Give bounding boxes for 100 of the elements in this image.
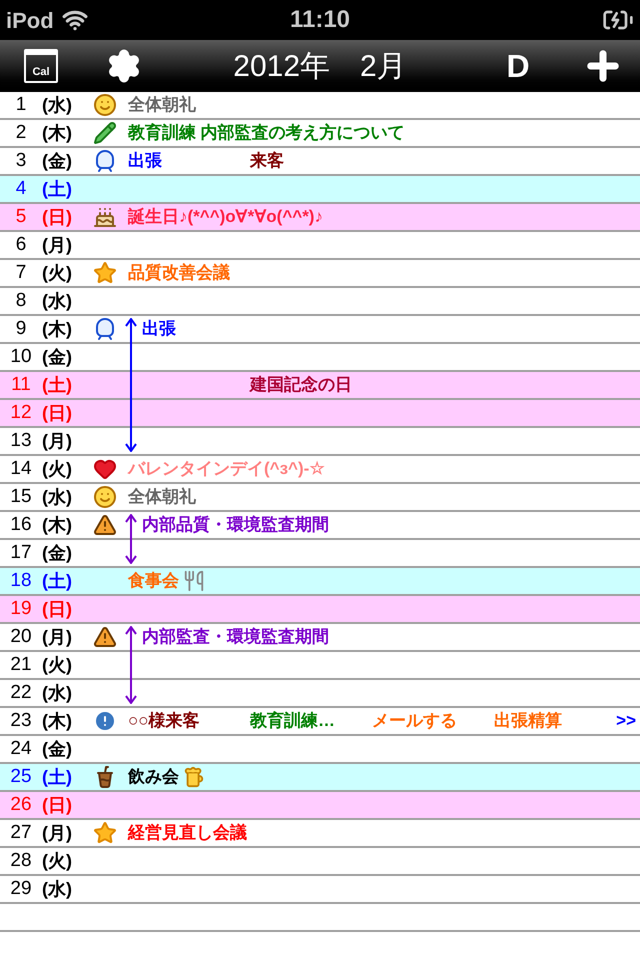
weekday-label: (月) [42, 626, 73, 649]
smiley-icon [93, 485, 117, 509]
day-number: 13 [9, 428, 33, 453]
event-title[interactable]: 全体朝礼 [128, 92, 196, 118]
heart-icon [93, 457, 117, 481]
day-number: 10 [9, 344, 33, 369]
day-number: 4 [14, 176, 28, 201]
day-number: 15 [9, 484, 33, 509]
event-title[interactable]: 内部監査・環境監査期間 [142, 624, 329, 650]
day-number: 18 [9, 568, 33, 593]
day-row[interactable]: 1 (水) 全体朝礼 [0, 92, 640, 120]
weekday-label: (土) [42, 178, 73, 201]
day-number: 1 [14, 92, 28, 117]
clock-time: 11:10 [290, 5, 350, 35]
day-row[interactable]: 4 (土) [0, 176, 640, 204]
day-number: 11 [10, 372, 32, 397]
day-number: 26 [9, 792, 33, 817]
more-link[interactable]: >> [616, 708, 640, 734]
event-title[interactable]: 経営見直し会議 [128, 820, 247, 846]
day-number: 3 [14, 148, 28, 173]
weekday-label: (火) [42, 654, 73, 677]
star-icon [93, 261, 117, 285]
day-row[interactable]: 25 (土) 飲み会 [0, 764, 640, 792]
day-row[interactable]: 3 (金) 出張 来客 [0, 148, 640, 176]
event-title[interactable]: 飲み会 [128, 764, 179, 790]
event-title[interactable]: 教育訓練 内部監査の考え方について [128, 120, 405, 146]
event-title[interactable]: ○○様来客 [128, 708, 200, 734]
pencil-icon [93, 121, 117, 145]
day-row[interactable]: 20 (月) 内部監査・環境監査期間 [0, 624, 640, 652]
day-row[interactable]: 27 (月) 経営見直し会議 [0, 820, 640, 848]
weekday-label: (月) [42, 430, 73, 453]
day-number: 19 [9, 596, 33, 621]
calendar-button[interactable]: Cal [24, 49, 58, 83]
day-number: 23 [9, 708, 33, 733]
weekday-label: (金) [42, 738, 73, 761]
cake-icon [93, 205, 117, 229]
day-row[interactable]: 18 (土) 食事会 [0, 568, 640, 596]
weekday-label: (土) [42, 570, 73, 593]
weekday-label: (土) [42, 374, 73, 397]
day-number: 14 [9, 456, 33, 481]
weekday-label: (木) [42, 122, 73, 145]
weekday-label: (月) [42, 822, 73, 845]
day-number: 28 [9, 848, 33, 873]
month-title: 2012年 2月 [233, 48, 407, 84]
weekday-label: (日) [42, 206, 73, 229]
day-number: 8 [14, 288, 28, 313]
day-number: 21 [9, 652, 33, 677]
weekday-label: (木) [42, 514, 73, 537]
day-number: 16 [9, 512, 33, 537]
event-title[interactable]: 全体朝礼 [128, 484, 196, 510]
event-title[interactable]: 教育訓練… [250, 708, 335, 734]
day-row[interactable]: 11 (土) 建国記念の日 [0, 372, 640, 400]
weekday-label: (日) [42, 402, 73, 425]
day-number: 27 [9, 820, 33, 845]
day-number: 9 [14, 316, 28, 341]
carrier-label: iPod [6, 6, 54, 34]
day-number: 25 [9, 764, 33, 789]
exclamation-icon [93, 709, 117, 733]
event-title[interactable]: 来客 [250, 148, 284, 174]
weekday-label: (水) [42, 486, 73, 509]
day-row[interactable]: 9 (木) 出張 [0, 316, 640, 344]
star-icon [93, 821, 117, 845]
weekday-label: (水) [42, 290, 73, 313]
day-number: 12 [9, 400, 33, 425]
day-number: 7 [14, 260, 28, 285]
day-number: 6 [14, 232, 28, 257]
weekday-label: (土) [42, 766, 73, 789]
weekday-label: (月) [42, 234, 73, 257]
weekday-label: (日) [42, 794, 73, 817]
day-number: 17 [9, 540, 33, 565]
day-number: 22 [9, 680, 33, 705]
day-number: 29 [9, 876, 33, 901]
weekday-label: (金) [42, 150, 73, 173]
day-number: 20 [9, 624, 33, 649]
weekday-label: (水) [42, 94, 73, 117]
day-row[interactable]: 7 (火) 品質改善会議 [0, 260, 640, 288]
day-number: 24 [9, 736, 33, 761]
day-view-button[interactable]: D [498, 42, 538, 90]
weekday-label: (金) [42, 542, 73, 565]
day-row[interactable]: 15 (水) 全体朝礼 [0, 484, 640, 512]
day-row[interactable]: 23 (木) ○○様来客 教育訓練… メールする 出張精算 >> [0, 708, 640, 736]
smiley-icon [93, 93, 117, 117]
weekday-label: (火) [42, 262, 73, 285]
weekday-label: (火) [42, 458, 73, 481]
event-title[interactable]: 出張 [128, 148, 162, 174]
utensils-icon [183, 570, 205, 592]
warning-icon [93, 625, 117, 649]
weekday-label: (水) [42, 878, 73, 901]
day-row[interactable]: 16 (木) 内部品質・環境監査期間 [0, 512, 640, 540]
day-number: 2 [14, 120, 28, 145]
day-row[interactable]: 2 (木) 教育訓練 内部監査の考え方について [0, 120, 640, 148]
weekday-label: (木) [42, 318, 73, 341]
event-title[interactable]: 出張 [142, 316, 176, 342]
event-title[interactable]: 内部品質・環境監査期間 [142, 512, 329, 538]
beer-mug-icon [183, 766, 205, 788]
weekday-label: (日) [42, 598, 73, 621]
day-number: 5 [14, 204, 28, 229]
event-title[interactable]: 建国記念の日 [250, 372, 352, 398]
weekday-label: (火) [42, 850, 73, 873]
warning-icon [93, 513, 117, 537]
